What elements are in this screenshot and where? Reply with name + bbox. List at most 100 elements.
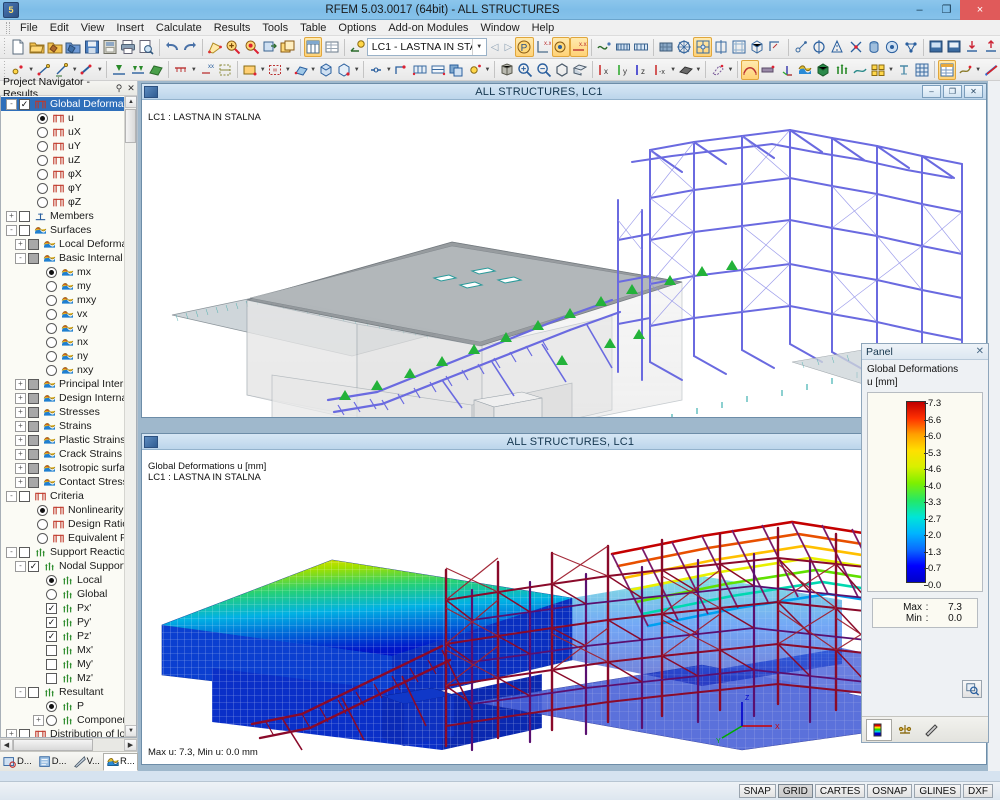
tree-expander-icon[interactable]: +	[15, 421, 26, 432]
tree-node[interactable]: φY	[1, 181, 124, 195]
status-grid-button[interactable]: GRID	[778, 784, 813, 798]
status-dxf-button[interactable]: DXF	[963, 784, 993, 798]
tree-node[interactable]: +Components	[1, 713, 124, 727]
results-solids-button[interactable]	[814, 60, 832, 80]
tree-checkbox[interactable]	[28, 239, 39, 250]
status-glines-button[interactable]: GLINES	[914, 784, 961, 798]
insert-load-button[interactable]	[172, 60, 190, 80]
minimize-button[interactable]: –	[906, 0, 933, 20]
tree-radio[interactable]	[37, 127, 48, 138]
menu-addon-modules[interactable]: Add-on Modules	[382, 20, 474, 36]
tree-expander-icon[interactable]: +	[15, 463, 26, 474]
mesh-3d-button[interactable]	[748, 37, 766, 57]
table-settings-button[interactable]	[322, 37, 340, 57]
insert-load-value-button[interactable]: xx	[197, 60, 215, 80]
mesh-refine-button[interactable]	[712, 37, 730, 57]
solids-props-button[interactable]	[335, 60, 353, 80]
results-grid-dropdown[interactable]: ▼	[888, 60, 895, 80]
tree-expander-icon[interactable]: +	[6, 729, 17, 738]
tree-expander-icon[interactable]: +	[15, 407, 26, 418]
tree-radio[interactable]	[37, 505, 48, 516]
tree-node[interactable]: Local	[1, 573, 124, 587]
menu-tools[interactable]: Tools	[256, 20, 294, 36]
tree-checkbox[interactable]: ✓	[46, 631, 57, 642]
show-values-button[interactable]: x.xx	[534, 37, 552, 57]
tree-checkbox[interactable]	[19, 491, 30, 502]
menu-help[interactable]: Help	[526, 20, 561, 36]
tree-vertical-scrollbar[interactable]: ▲ ▼	[124, 96, 136, 737]
tab-views-navigator[interactable]: V...	[70, 753, 103, 771]
menu-window[interactable]: Window	[474, 20, 525, 36]
results-support-reactions-button[interactable]	[832, 60, 850, 80]
tree-node[interactable]: Mz'	[1, 671, 124, 685]
pan-view-button[interactable]	[261, 37, 279, 57]
tree-checkbox[interactable]	[19, 211, 30, 222]
tree-node[interactable]: +Distribution of loads	[1, 727, 124, 737]
render-surface-button[interactable]	[657, 37, 675, 57]
mesh-quality-button[interactable]	[730, 37, 748, 57]
tree-radio[interactable]	[46, 337, 57, 348]
menu-view[interactable]: View	[75, 20, 111, 36]
generate-mesh-button[interactable]	[693, 37, 711, 57]
symmetry-button[interactable]	[828, 37, 846, 57]
tree-node[interactable]: +Plastic Strains	[1, 433, 124, 447]
tree-expander-icon[interactable]: +	[6, 211, 17, 222]
tree-radio[interactable]	[46, 309, 57, 320]
view-plane-button[interactable]	[677, 60, 695, 80]
tree-horizontal-scrollbar[interactable]: ◀ ▶	[0, 738, 137, 751]
edit-properties-dropdown[interactable]: ▼	[259, 60, 266, 80]
tree-radio[interactable]	[46, 267, 57, 278]
close-button[interactable]: ×	[960, 0, 1000, 20]
results-deformations-button[interactable]	[741, 60, 759, 80]
results-members-button[interactable]	[759, 60, 777, 80]
tab-results-navigator[interactable]: R...	[103, 753, 138, 771]
tree-node[interactable]: mx	[1, 265, 124, 279]
tree-radio[interactable]	[37, 113, 48, 124]
navigator-tree[interactable]: -✓Global DeformationsuuXuYuZφXφYφZ+Membe…	[0, 96, 137, 738]
print-preview-button[interactable]	[137, 37, 155, 57]
tree-expander-icon[interactable]: +	[15, 393, 26, 404]
tree-node[interactable]: -Surfaces	[1, 223, 124, 237]
undo-button[interactable]	[162, 37, 180, 57]
tree-node[interactable]: -Support Reactions	[1, 545, 124, 559]
menu-options[interactable]: Options	[332, 20, 382, 36]
panel-tab-factors[interactable]	[892, 719, 918, 741]
tree-checkbox[interactable]	[46, 659, 57, 670]
tree-checkbox[interactable]: ✓	[19, 99, 30, 110]
tree-checkbox[interactable]: ✓	[46, 617, 57, 628]
status-osnap-button[interactable]: OSNAP	[867, 784, 912, 798]
solids-button[interactable]	[317, 60, 335, 80]
tree-node[interactable]: +Contact Stresses	[1, 475, 124, 489]
mesh-show-button[interactable]	[767, 37, 785, 57]
load-case-new-button[interactable]	[348, 37, 366, 57]
results-grid-button[interactable]	[869, 60, 887, 80]
magnifier-icon[interactable]	[962, 680, 982, 698]
tree-expander-icon[interactable]: +	[15, 435, 26, 446]
tree-checkbox[interactable]	[28, 449, 39, 460]
tree-node[interactable]: +Local Deformations	[1, 237, 124, 251]
viewport-restore-button[interactable]: ❐	[943, 85, 962, 98]
tree-radio[interactable]	[46, 701, 57, 712]
scroll-down-icon[interactable]: ▼	[125, 725, 137, 737]
results-values-button[interactable]: x.xx	[570, 37, 588, 57]
insert-line-support-button[interactable]	[129, 60, 147, 80]
tree-node[interactable]: φZ	[1, 195, 124, 209]
tree-node[interactable]: my	[1, 279, 124, 293]
tree-radio[interactable]	[46, 715, 57, 726]
tree-checkbox[interactable]	[28, 435, 39, 446]
open-file-button[interactable]	[28, 37, 46, 57]
tree-checkbox[interactable]	[28, 407, 39, 418]
print-button[interactable]	[119, 37, 137, 57]
select-objects-button[interactable]	[266, 60, 284, 80]
panel-tab-filter[interactable]	[918, 719, 944, 741]
menu-calculate[interactable]: Calculate	[150, 20, 208, 36]
pin-icon[interactable]: ⚲	[113, 83, 125, 94]
results-mesh-values-button[interactable]	[913, 60, 931, 80]
insert-imperfection-button[interactable]	[216, 60, 234, 80]
zoom-region-button[interactable]	[242, 37, 260, 57]
results-table-button[interactable]	[938, 60, 956, 80]
tree-node[interactable]: ny	[1, 349, 124, 363]
calculate-button[interactable]	[595, 37, 613, 57]
calc-selected-button[interactable]	[632, 37, 650, 57]
zoom-in-button[interactable]	[224, 37, 242, 57]
